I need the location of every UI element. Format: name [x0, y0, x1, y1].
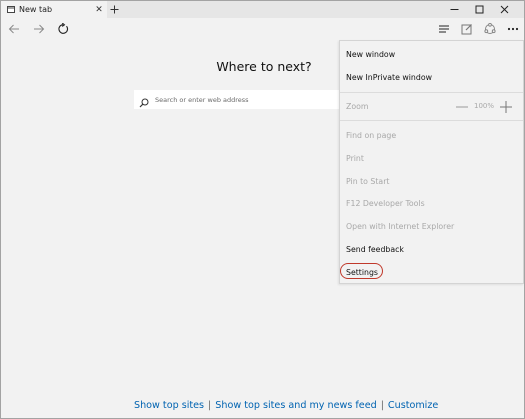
web-note-icon: [461, 24, 472, 35]
arrow-left-icon: [8, 24, 19, 34]
hub-button[interactable]: [433, 18, 455, 40]
menu-divider: [340, 92, 523, 93]
footer-separator: |: [380, 400, 384, 411]
maximize-icon: [475, 5, 483, 14]
menu-divider: [340, 120, 523, 121]
menu-item-find-on-page[interactable]: Find on page: [346, 131, 396, 140]
page-heading: Where to next?: [216, 59, 312, 74]
navigation-bar: [1, 18, 524, 40]
more-actions-menu: New window New InPrivate window Zoom 100…: [339, 40, 524, 284]
search-box[interactable]: [134, 90, 340, 109]
share-icon: [484, 23, 496, 34]
refresh-icon: [58, 23, 69, 34]
menu-item-f12-developer-tools[interactable]: F12 Developer Tools: [346, 199, 425, 208]
customize-link[interactable]: Customize: [388, 400, 438, 411]
maximize-button[interactable]: [467, 1, 491, 18]
tab-new-tab[interactable]: New tab ✕: [1, 1, 107, 18]
footer-links: Show top sites | Show top sites and my n…: [134, 400, 438, 411]
tab-title: New tab: [19, 5, 53, 14]
menu-item-new-inprivate-window[interactable]: New InPrivate window: [346, 73, 432, 82]
menu-item-send-feedback[interactable]: Send feedback: [346, 245, 404, 254]
page-icon: [7, 6, 15, 13]
more-actions-button[interactable]: [502, 18, 524, 40]
minus-icon: [456, 106, 468, 108]
web-note-button[interactable]: [456, 18, 478, 40]
close-icon: [500, 5, 508, 14]
plus-icon: [110, 5, 118, 14]
minimize-button[interactable]: [442, 1, 466, 18]
new-tab-button[interactable]: [107, 1, 121, 18]
minimize-icon: [450, 9, 458, 10]
zoom-in-button[interactable]: [499, 99, 513, 113]
search-icon: [139, 93, 152, 108]
zoom-out-button[interactable]: [455, 99, 469, 113]
hub-icon: [439, 25, 449, 33]
forward-button[interactable]: [28, 18, 50, 40]
address-input[interactable]: [155, 95, 335, 104]
footer-separator: |: [208, 400, 212, 411]
show-top-sites-link[interactable]: Show top sites: [134, 400, 204, 411]
show-top-sites-and-news-feed-link[interactable]: Show top sites and my news feed: [215, 400, 376, 411]
menu-item-print[interactable]: Print: [346, 154, 364, 163]
menu-item-pin-to-start[interactable]: Pin to Start: [346, 177, 389, 186]
settings-highlight-ring: [340, 263, 383, 279]
plus-icon: [500, 101, 512, 113]
back-button[interactable]: [3, 18, 25, 40]
menu-item-new-window[interactable]: New window: [346, 50, 395, 59]
more-icon: [507, 27, 519, 31]
refresh-button[interactable]: [52, 18, 74, 40]
browser-window: New tab ✕ Where to next? Search or enter…: [0, 0, 525, 419]
menu-item-zoom-label: Zoom: [346, 102, 369, 111]
title-bar: New tab ✕: [1, 1, 524, 18]
share-button[interactable]: [479, 18, 501, 40]
close-tab-icon[interactable]: ✕: [94, 5, 104, 15]
zoom-level: 100%: [474, 102, 495, 110]
arrow-right-icon: [34, 24, 45, 34]
menu-item-open-with-ie[interactable]: Open with Internet Explorer: [346, 222, 454, 231]
close-window-button[interactable]: [492, 1, 516, 18]
